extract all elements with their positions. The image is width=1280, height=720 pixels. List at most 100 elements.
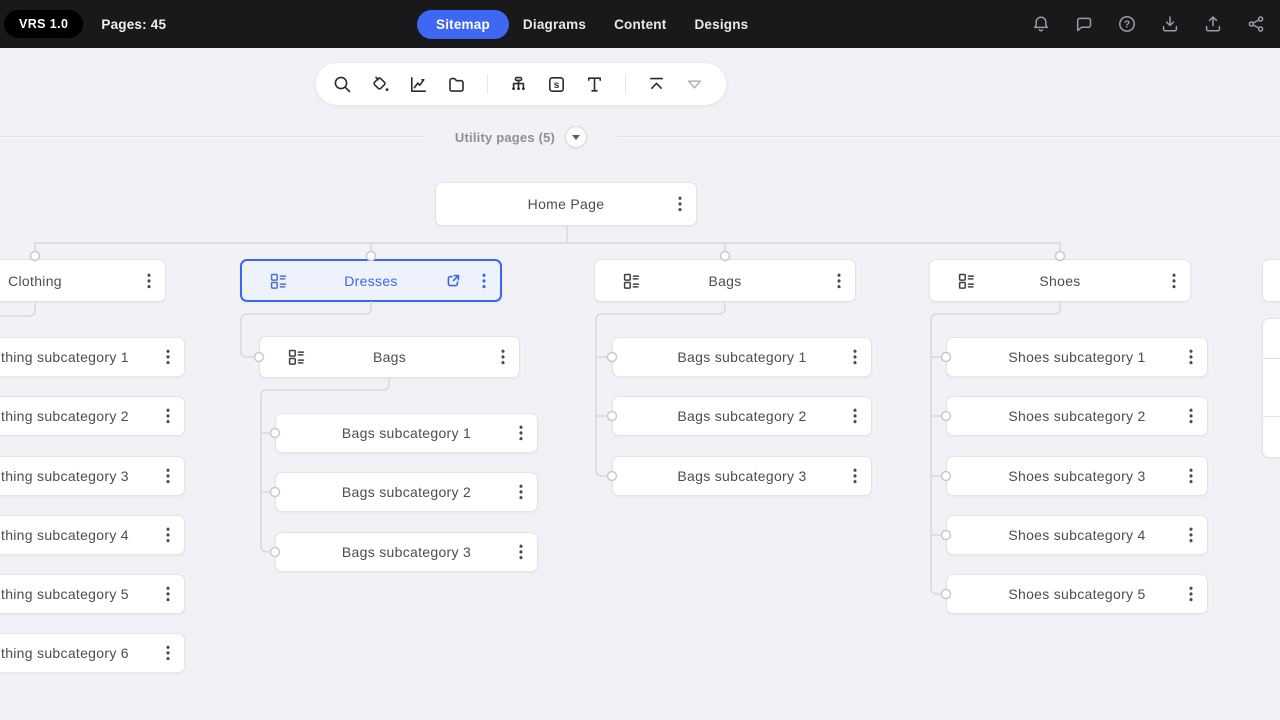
node-label: Clothing subcategory 2 xyxy=(0,408,129,424)
node-label: Clothing subcategory 1 xyxy=(0,349,129,365)
node-label: Bags subcategory 3 xyxy=(677,468,807,484)
pages-count: Pages: 45 xyxy=(101,16,167,32)
node-label: Clothing subcategory 4 xyxy=(0,527,129,543)
node-menu-button[interactable] xyxy=(853,348,857,366)
node-menu-button[interactable] xyxy=(166,644,170,662)
node-menu-button[interactable] xyxy=(519,483,523,501)
node-menu-button[interactable] xyxy=(166,407,170,425)
page-layout-icon xyxy=(287,348,306,367)
collapse-to-top-icon[interactable] xyxy=(646,74,667,95)
utility-section-toggle[interactable] xyxy=(565,126,588,148)
download-icon[interactable] xyxy=(1160,14,1180,34)
node-dresses-bags-sub-2[interactable]: Bags subcategory 2 xyxy=(275,472,538,512)
node-shoes-sub-2[interactable]: Shoes subcategory 2 xyxy=(946,396,1208,436)
folder-icon[interactable] xyxy=(446,74,467,95)
expand-down-icon[interactable] xyxy=(684,74,705,95)
node-label: Bags subcategory 2 xyxy=(341,484,472,500)
node-label: Clothing subcategory 3 xyxy=(0,468,129,484)
node-menu-button[interactable] xyxy=(147,272,151,289)
text-icon[interactable] xyxy=(584,74,605,95)
node-label: Bags subcategory 1 xyxy=(677,349,807,365)
node-menu-button[interactable] xyxy=(166,348,170,366)
node-menu-button[interactable] xyxy=(1189,407,1193,425)
upload-icon[interactable] xyxy=(1203,14,1223,34)
node-bags-sub-3[interactable]: Bags subcategory 3 xyxy=(612,456,872,496)
analytics-icon[interactable] xyxy=(408,74,429,95)
open-page-icon[interactable] xyxy=(444,272,462,290)
node-menu-button[interactable] xyxy=(837,272,841,289)
node-bags[interactable]: Bags xyxy=(594,259,856,302)
app-logo[interactable]: VRS 1.0 xyxy=(4,10,84,38)
chat-icon[interactable] xyxy=(1074,14,1094,34)
node-menu-button[interactable] xyxy=(1189,526,1193,544)
node-label: Home Page xyxy=(527,196,605,212)
node-shoes[interactable]: Shoes xyxy=(929,259,1191,302)
node-shoes-sub-4[interactable]: Shoes subcategory 4 xyxy=(946,515,1208,555)
section-s-icon[interactable]: s xyxy=(546,74,567,95)
node-clothing[interactable]: Clothing xyxy=(0,259,166,302)
utility-section-divider xyxy=(0,136,1280,137)
page-layout-icon xyxy=(957,271,976,290)
node-menu-button[interactable] xyxy=(501,348,505,366)
page-layout-icon xyxy=(622,271,641,290)
node-shoes-sub-3[interactable]: Shoes subcategory 3 xyxy=(946,456,1208,496)
top-bar: VRS 1.0 Pages: 45 Sitemap Diagrams Conte… xyxy=(0,0,1280,48)
node-bags-sub-2[interactable]: Bags subcategory 2 xyxy=(612,396,872,436)
node-menu-button[interactable] xyxy=(1189,585,1193,603)
node-clothing-sub-6[interactable]: Clothing subcategory 6 xyxy=(0,633,185,673)
node-menu-button[interactable] xyxy=(166,526,170,544)
node-label: Shoes subcategory 4 xyxy=(1008,527,1146,543)
node-clipped-right[interactable] xyxy=(1262,259,1280,302)
help-icon[interactable]: ? xyxy=(1117,14,1137,34)
node-menu-button[interactable] xyxy=(482,272,486,289)
fill-style-icon[interactable] xyxy=(370,74,391,95)
node-clothing-sub-4[interactable]: Clothing subcategory 4 xyxy=(0,515,185,555)
node-menu-button[interactable] xyxy=(853,407,857,425)
tree-structure-icon[interactable] xyxy=(508,74,529,95)
node-clothing-sub-5[interactable]: Clothing subcategory 5 xyxy=(0,574,185,614)
node-clothing-sub-1[interactable]: Clothing subcategory 1 xyxy=(0,337,185,377)
page-layout-icon xyxy=(269,271,288,290)
node-menu-button[interactable] xyxy=(519,543,523,561)
canvas-toolbar: s xyxy=(316,63,726,105)
node-menu-button[interactable] xyxy=(1189,348,1193,366)
node-label: Bags subcategory 3 xyxy=(341,544,472,560)
tab-content[interactable]: Content xyxy=(614,17,666,32)
node-label: Clothing xyxy=(8,272,62,289)
node-clothing-sub-2[interactable]: Clothing subcategory 2 xyxy=(0,396,185,436)
app-logo-label: VRS 1.0 xyxy=(19,17,69,31)
node-dresses-bags-sub-1[interactable]: Bags subcategory 1 xyxy=(275,413,538,453)
node-dresses[interactable]: Dresses xyxy=(240,259,502,302)
node-menu-button[interactable] xyxy=(166,467,170,485)
divider xyxy=(1263,416,1280,417)
node-stack-clipped-right[interactable] xyxy=(1262,318,1280,458)
tab-sitemap[interactable]: Sitemap xyxy=(417,9,509,39)
node-menu-button[interactable] xyxy=(1189,467,1193,485)
tab-designs[interactable]: Designs xyxy=(694,17,748,32)
node-shoes-sub-5[interactable]: Shoes subcategory 5 xyxy=(946,574,1208,614)
toolbar-divider xyxy=(625,74,626,94)
node-shoes-sub-1[interactable]: Shoes subcategory 1 xyxy=(946,337,1208,377)
node-menu-button[interactable] xyxy=(1172,272,1176,289)
node-menu-button[interactable] xyxy=(678,195,682,213)
node-bags-sub-1[interactable]: Bags subcategory 1 xyxy=(612,337,872,377)
chevron-down-icon xyxy=(572,135,581,140)
svg-text:s: s xyxy=(554,80,560,91)
topbar-actions: ? xyxy=(1031,0,1266,48)
node-menu-button[interactable] xyxy=(519,424,523,442)
node-home-page[interactable]: Home Page xyxy=(435,182,697,226)
main-tabs: Sitemap Diagrams Content Designs xyxy=(417,0,776,48)
divider xyxy=(1263,358,1280,359)
node-label: Clothing subcategory 5 xyxy=(0,586,129,602)
node-dresses-child-bags[interactable]: Bags xyxy=(259,336,520,378)
tab-diagrams[interactable]: Diagrams xyxy=(523,17,586,32)
node-menu-button[interactable] xyxy=(853,467,857,485)
bell-icon[interactable] xyxy=(1031,14,1051,34)
node-menu-button[interactable] xyxy=(166,585,170,603)
node-clothing-sub-3[interactable]: Clothing subcategory 3 xyxy=(0,456,185,496)
node-dresses-bags-sub-3[interactable]: Bags subcategory 3 xyxy=(275,532,538,572)
node-label: Shoes subcategory 2 xyxy=(1008,408,1146,424)
search-icon[interactable] xyxy=(332,74,353,95)
share-icon[interactable] xyxy=(1246,14,1266,34)
node-label: Shoes subcategory 1 xyxy=(1008,349,1146,365)
